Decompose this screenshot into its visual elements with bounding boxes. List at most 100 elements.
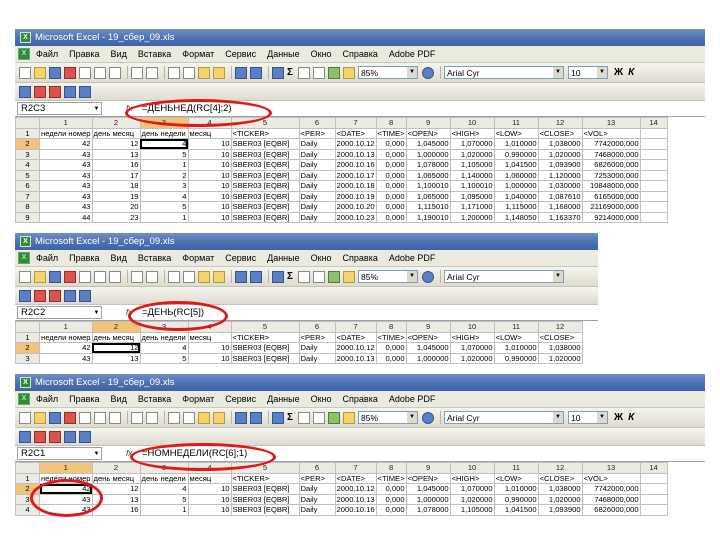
column-header[interactable]: 9 [405, 462, 451, 474]
data-cell[interactable]: 1,000000 [493, 180, 539, 192]
font-size-combo[interactable]: 10 ▼ [568, 66, 609, 79]
data-cell[interactable]: 1,105000 [449, 159, 495, 171]
data-cell[interactable]: 0,000 [375, 211, 407, 223]
data-cell[interactable]: SBER03 [EQBR] [230, 138, 300, 150]
data-cell[interactable]: Daily [298, 138, 336, 150]
data-cell[interactable]: 43 [39, 190, 93, 202]
data-cell[interactable]: SBER03 [EQBR] [230, 493, 300, 505]
chevron-down-icon[interactable]: ▼ [553, 67, 564, 78]
data-cell[interactable]: 0,990000 [493, 493, 539, 505]
data-cell[interactable]: Daily [298, 493, 336, 505]
header-cell[interactable]: недели номер [39, 127, 93, 139]
paste-icon[interactable] [198, 411, 210, 424]
menu-item[interactable]: Сервис [225, 253, 256, 263]
data-cell[interactable]: 43 [39, 504, 93, 516]
data-cell[interactable]: 1,045000 [405, 342, 451, 354]
copy-icon[interactable] [183, 66, 195, 79]
help-icon[interactable] [422, 66, 435, 79]
paste-icon[interactable] [198, 66, 210, 79]
data-cell[interactable] [639, 138, 668, 150]
pdf-review-icon[interactable] [64, 430, 76, 443]
data-cell[interactable]: 10 [187, 493, 232, 505]
header-cell[interactable]: <PER> [298, 127, 336, 139]
header-cell[interactable]: <DATE> [334, 472, 377, 484]
data-cell[interactable]: 1,010000 [493, 342, 539, 354]
column-header[interactable]: 8 [375, 321, 407, 333]
header-cell[interactable]: <OPEN> [405, 127, 451, 139]
data-cell[interactable]: 0,990000 [493, 352, 539, 364]
data-cell[interactable]: 2000.10.12 [334, 138, 377, 150]
menu-item[interactable]: Сервис [225, 394, 256, 404]
data-cell[interactable]: 12 [91, 342, 141, 354]
column-header[interactable]: 1 [39, 462, 93, 474]
header-cell[interactable]: <TICKER> [230, 331, 300, 343]
email-icon[interactable] [79, 270, 91, 283]
permission-icon[interactable] [64, 270, 76, 283]
italic-button[interactable]: К [628, 67, 634, 78]
data-cell[interactable]: 10848000,000 [581, 180, 641, 192]
drawing-icon[interactable] [343, 66, 356, 79]
chevron-down-icon[interactable]: ▼ [92, 451, 101, 457]
data-cell[interactable]: 1,200000 [449, 211, 495, 223]
formula-input[interactable]: =ДЕНЬ(RC[5]) [142, 307, 204, 318]
header-cell[interactable]: <TIME> [375, 331, 407, 343]
column-header[interactable]: 5 [230, 321, 300, 333]
data-cell[interactable]: 1,065000 [405, 190, 451, 202]
preview-icon[interactable] [109, 66, 121, 79]
header-cell[interactable]: <HIGH> [449, 472, 495, 484]
data-cell[interactable]: 42 [39, 342, 93, 354]
header-cell[interactable]: <CLOSE> [537, 472, 583, 484]
data-cell[interactable]: 1,171000 [449, 201, 495, 213]
sort-desc-icon[interactable] [313, 270, 326, 283]
header-cell[interactable]: месяц [187, 127, 232, 139]
data-cell[interactable]: SBER03 [EQBR] [230, 148, 300, 160]
data-cell[interactable]: 1,065000 [405, 169, 451, 181]
save-icon[interactable] [49, 411, 61, 424]
menu-item[interactable]: Файл [36, 394, 58, 404]
column-header[interactable]: 8 [375, 462, 407, 474]
fx-icon[interactable]: fx [126, 308, 140, 317]
autosum-icon[interactable]: Σ [287, 271, 293, 282]
row-header[interactable]: 8 [15, 201, 40, 213]
cut-icon[interactable] [168, 411, 180, 424]
data-cell[interactable]: 1,020000 [537, 352, 583, 364]
header-cell[interactable]: <TIME> [375, 127, 407, 139]
data-cell[interactable]: 10 [187, 190, 232, 202]
data-cell[interactable]: 2000.10.16 [334, 504, 377, 516]
data-cell[interactable]: Daily [298, 159, 336, 171]
header-cell[interactable]: <PER> [298, 331, 336, 343]
data-cell[interactable]: 13 [91, 148, 141, 160]
data-cell[interactable]: 1,105000 [449, 504, 495, 516]
data-cell[interactable] [639, 211, 668, 223]
pdf-review-icon[interactable] [64, 289, 76, 302]
column-header[interactable]: 11 [493, 462, 539, 474]
data-cell[interactable]: 2000.10.13 [334, 493, 377, 505]
column-header[interactable]: 11 [493, 117, 539, 129]
data-cell[interactable]: 19 [91, 190, 141, 202]
data-cell[interactable]: 5 [139, 148, 189, 160]
menu-item[interactable]: Справка [343, 49, 378, 59]
data-cell[interactable]: 1,020000 [537, 148, 583, 160]
data-cell[interactable]: 0,000 [375, 180, 407, 192]
data-cell[interactable]: 43 [39, 493, 93, 505]
name-box[interactable]: R2C2 ▼ [17, 306, 102, 319]
data-cell[interactable]: 23 [91, 211, 141, 223]
column-header[interactable]: 14 [639, 117, 668, 129]
data-cell[interactable]: SBER03 [EQBR] [230, 342, 300, 354]
data-cell[interactable]: SBER03 [EQBR] [230, 169, 300, 181]
paste-icon[interactable] [198, 270, 210, 283]
menu-item[interactable]: Окно [311, 394, 332, 404]
column-header[interactable]: 10 [449, 117, 495, 129]
chevron-down-icon[interactable]: ▼ [553, 271, 564, 282]
data-cell[interactable]: 7253000,000 [581, 169, 641, 181]
data-cell[interactable]: 1,163370 [537, 211, 583, 223]
data-cell[interactable]: 43 [39, 159, 93, 171]
preview-icon[interactable] [109, 270, 121, 283]
header-cell[interactable]: день недели [139, 127, 189, 139]
research-icon[interactable] [146, 66, 158, 79]
data-cell[interactable]: 10 [187, 201, 232, 213]
data-cell[interactable]: 1,038000 [537, 483, 583, 495]
permission-icon[interactable] [64, 66, 76, 79]
column-header[interactable]: 14 [639, 462, 668, 474]
data-cell[interactable]: 0,000 [375, 148, 407, 160]
